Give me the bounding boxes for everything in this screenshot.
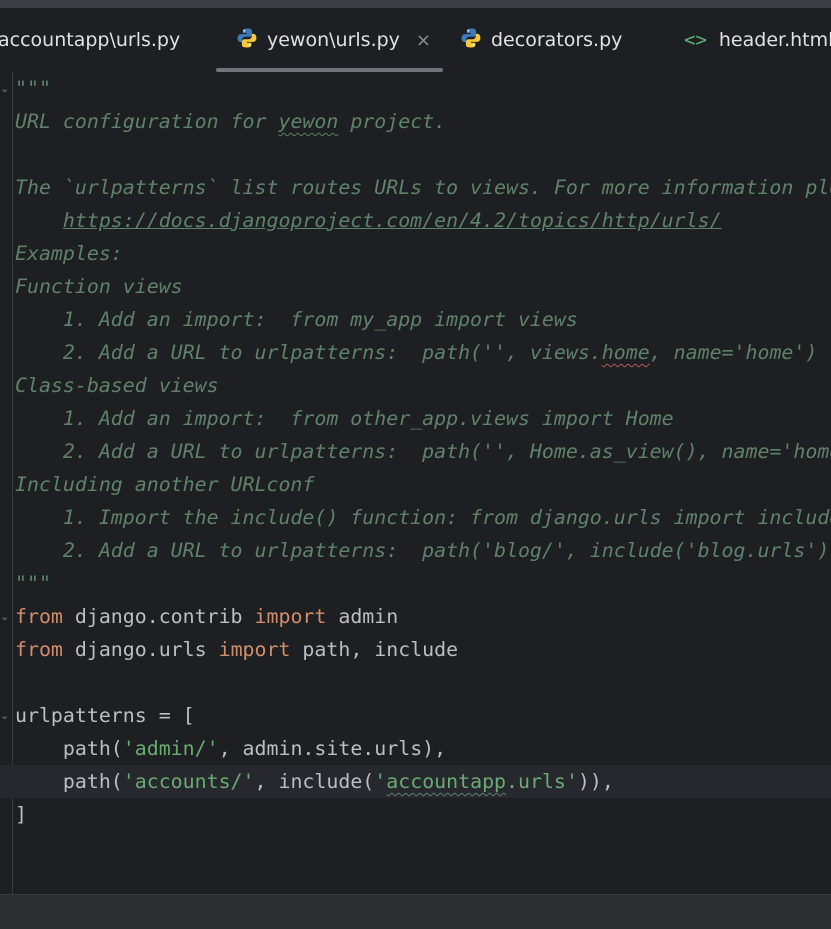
code-line: Class-based views [15, 374, 219, 397]
window-top-strip [0, 0, 831, 8]
code-line: URL configuration for yewon project. [15, 110, 447, 133]
docs-link[interactable]: https://docs.djangoproject.com/en/4.2/to… [63, 209, 722, 232]
python-icon [460, 27, 482, 54]
status-bar [0, 894, 831, 929]
tab-label: accountapp\urls.py [0, 29, 181, 51]
code-line: https://docs.djangoproject.com/en/4.2/to… [15, 204, 831, 237]
code-line: """ [15, 77, 51, 100]
code-line: 2. Add a URL to urlpatterns: path('', vi… [15, 341, 818, 364]
close-icon[interactable]: × [416, 30, 431, 51]
code-line: Function views [15, 275, 183, 298]
code-line: from django.urls import path, include [15, 638, 459, 661]
code-lines: """ URL configuration for yewon project.… [0, 72, 831, 831]
python-icon [236, 27, 258, 54]
code-line: ] [15, 803, 27, 826]
code-line: 2. Add a URL to urlpatterns: path('', Ho… [15, 440, 831, 463]
fold-marker[interactable]: ⌄ [0, 600, 10, 633]
html-icon: <> [684, 29, 707, 51]
code-line: path('admin/', admin.site.urls), [15, 737, 447, 760]
tab-header-html[interactable]: <> header.html [684, 8, 831, 72]
tab-label: header.html [718, 29, 831, 51]
code-editor[interactable]: ⌄ ⌄ ⌄ """ URL configuration for yewon pr… [0, 72, 831, 894]
tab-accountapp-urls[interactable]: accountapp\urls.py [0, 8, 180, 72]
code-line: 1. Import the include() function: from d… [15, 506, 831, 529]
code-line: Including another URLconf [15, 473, 315, 496]
tab-label: yewon\urls.py [267, 29, 400, 51]
tab-label: decorators.py [491, 29, 623, 51]
code-line: 2. Add a URL to urlpatterns: path('blog/… [15, 539, 831, 562]
fold-marker[interactable]: ⌄ [0, 699, 10, 732]
code-line: from django.contrib import admin [15, 605, 399, 628]
code-line: """ [15, 572, 51, 595]
fold-marker[interactable]: ⌄ [0, 72, 10, 105]
code-line: urlpatterns = [ [15, 704, 195, 727]
code-line: 1. Add an import: from my_app import vie… [15, 308, 578, 331]
editor-tab-bar: accountapp\urls.py yewon\urls.py × decor… [0, 8, 831, 73]
code-line-current: path('accounts/', include('accountapp.ur… [0, 765, 831, 798]
code-line: Examples: [15, 242, 123, 265]
tab-decorators[interactable]: decorators.py [460, 8, 622, 72]
code-line: 1. Add an import: from other_app.views i… [15, 407, 674, 430]
tab-yewon-urls[interactable]: yewon\urls.py × [216, 8, 443, 72]
code-line: The `urlpatterns` list routes URLs to vi… [15, 176, 831, 199]
